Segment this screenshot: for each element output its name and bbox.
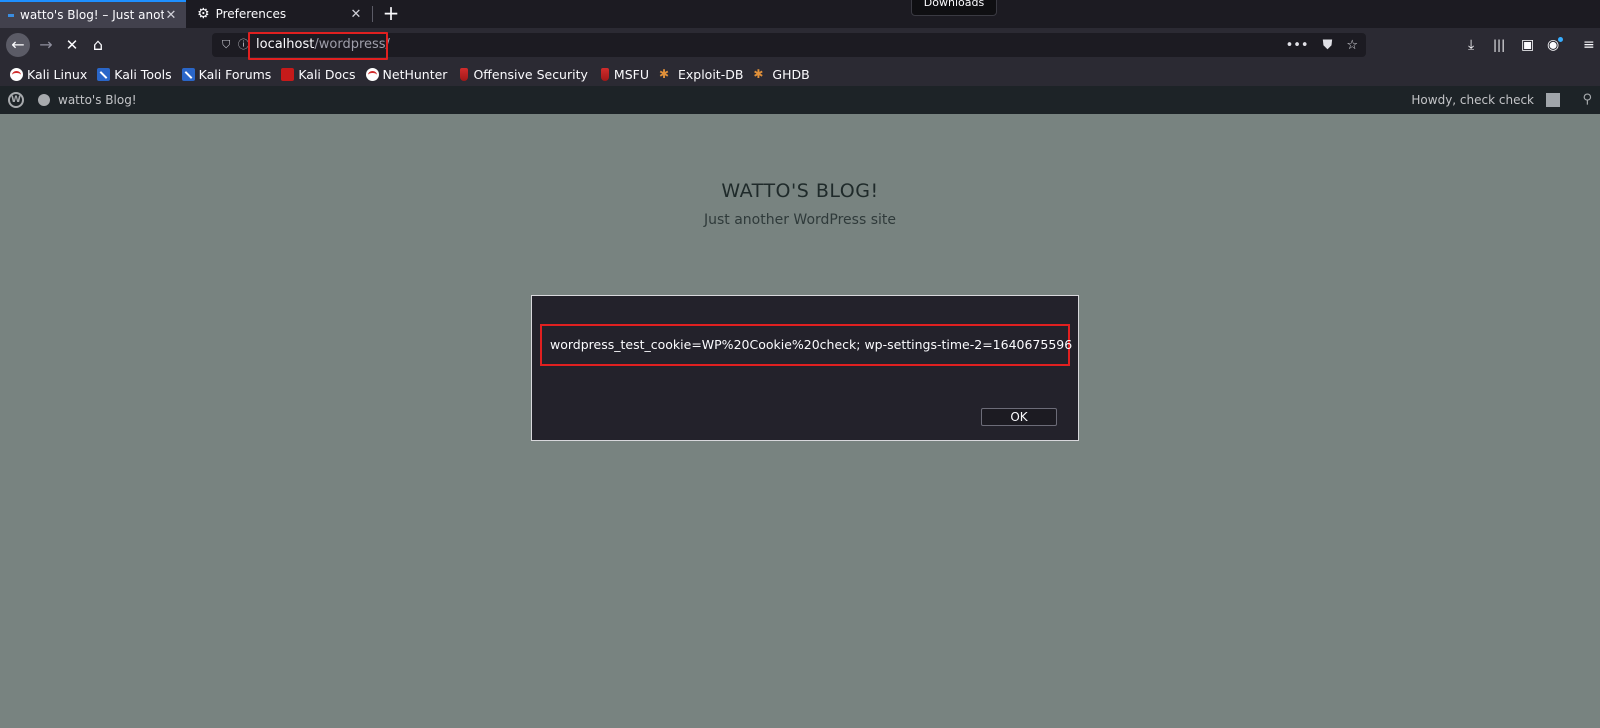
wp-site-name-link[interactable]: watto's Blog!	[58, 86, 137, 114]
bookmark-label: Kali Forums	[198, 66, 272, 82]
tab-preferences[interactable]: ⚙ Preferences ✕	[189, 0, 371, 28]
tracking-shield-icon[interactable]: ⛉	[222, 33, 230, 57]
site-tagline: Just another WordPress site	[703, 212, 896, 228]
alert-dialog: wordpress_test_cookie=WP%20Cookie%20chec…	[531, 295, 1079, 441]
flask-icon	[460, 67, 469, 81]
page-actions-icon[interactable]: •••	[1286, 38, 1309, 53]
bug-icon: ✱	[753, 66, 764, 81]
kali-icon	[10, 67, 23, 81]
bookmark-label: Kali Tools	[114, 66, 172, 82]
bookmark-msfu[interactable]: MSFU	[598, 67, 649, 82]
bookmark-kali-linux[interactable]: Kali Linux	[10, 67, 87, 82]
arrow-left-icon: ←	[11, 35, 25, 54]
bookmark-exploit-db[interactable]: ✱ Exploit-DB	[659, 67, 743, 82]
sidebar-icon[interactable]: ▣	[1521, 33, 1534, 57]
account-notification-badge	[1558, 37, 1563, 42]
close-icon[interactable]: ✕	[349, 7, 363, 22]
gear-icon: ⚙	[197, 6, 210, 22]
close-icon[interactable]: ✕	[164, 8, 178, 23]
downloads-tooltip: Downloads	[911, 0, 997, 16]
kali-docs-icon	[281, 67, 295, 81]
loading-favicon-icon	[8, 13, 14, 17]
url-bar[interactable]: ⛉ ⓘ localhost/wordpress/ ••• ⛊ ☆	[212, 32, 1366, 60]
bookmark-label: NetHunter	[382, 66, 448, 82]
tab-wattos-blog[interactable]: watto's Blog! – Just anoth ✕	[0, 0, 186, 28]
kali-tools-icon	[97, 67, 111, 81]
bookmark-nethunter[interactable]: NetHunter	[365, 66, 448, 82]
pocket-icon[interactable]: ⛊	[1323, 38, 1333, 53]
bookmark-label: Kali Linux	[27, 66, 88, 82]
new-tab-button[interactable]: +	[379, 2, 403, 26]
bookmark-offensive-security[interactable]: Offensive Security	[457, 66, 588, 82]
back-button[interactable]: ←	[6, 33, 30, 57]
kali-icon	[365, 67, 379, 81]
menu-icon[interactable]: ≡	[1583, 33, 1595, 57]
bookmark-star-icon[interactable]: ☆	[1346, 38, 1358, 53]
avatar[interactable]	[1546, 93, 1560, 107]
navigation-toolbar: ← → ✕ ⌂ ⛉ ⓘ localhost/wordpress/ ••• ⛊ ☆…	[0, 28, 1600, 62]
library-icon[interactable]: |||	[1493, 33, 1505, 57]
dialog-message-highlight-box: wordpress_test_cookie=WP%20Cookie%20chec…	[540, 324, 1073, 366]
home-button[interactable]: ⌂	[86, 33, 110, 57]
tab-title: Preferences	[215, 7, 287, 21]
bookmark-label: MSFU	[613, 66, 649, 82]
bookmark-kali-forums[interactable]: Kali Forums	[181, 66, 272, 82]
wp-howdy-link[interactable]: Howdy, check check	[1411, 86, 1534, 114]
search-icon[interactable]: ⚲	[1582, 86, 1592, 114]
bookmark-kali-tools[interactable]: Kali Tools	[97, 66, 172, 82]
bookmark-label: GHDB	[772, 66, 810, 82]
stop-x-icon: ✕	[65, 36, 79, 54]
dialog-message: wordpress_test_cookie=WP%20Cookie%20chec…	[550, 337, 1073, 352]
bug-icon: ✱	[658, 66, 670, 81]
bookmark-label: Offensive Security	[473, 66, 588, 82]
tab-separator	[372, 6, 373, 22]
ok-button[interactable]: OK	[981, 408, 1057, 426]
tab-title: watto's Blog! – Just anoth	[20, 8, 164, 22]
bookmark-ghdb[interactable]: ✱ GHDB	[753, 67, 809, 82]
bookmark-label: Exploit-DB	[677, 66, 744, 82]
url-highlight-box	[248, 32, 388, 60]
wordpress-logo-icon[interactable]: W	[8, 92, 24, 108]
wp-admin-bar: W watto's Blog! Howdy, check check ⚲	[0, 86, 1600, 114]
home-icon: ⌂	[92, 35, 104, 54]
dashboard-icon[interactable]	[38, 94, 50, 106]
forward-button[interactable]: →	[34, 33, 58, 57]
downloads-icon[interactable]: ⤓	[1468, 33, 1474, 57]
site-title[interactable]: WATTO'S BLOG!	[0, 180, 1600, 202]
bookmark-kali-docs[interactable]: Kali Docs	[281, 66, 356, 82]
arrow-right-icon: →	[39, 35, 53, 54]
flask-icon	[600, 67, 609, 81]
tab-strip: watto's Blog! – Just anoth ✕ ⚙ Preferenc…	[0, 0, 1600, 28]
bookmarks-toolbar: Kali Linux Kali Tools Kali Forums Kali D…	[0, 62, 1600, 86]
url-actions: ••• ⛊ ☆	[1286, 33, 1358, 57]
bookmark-label: Kali Docs	[298, 66, 356, 82]
kali-tools-icon	[181, 67, 195, 81]
stop-button[interactable]: ✕	[60, 33, 84, 57]
account-icon[interactable]: ◉	[1547, 33, 1559, 57]
